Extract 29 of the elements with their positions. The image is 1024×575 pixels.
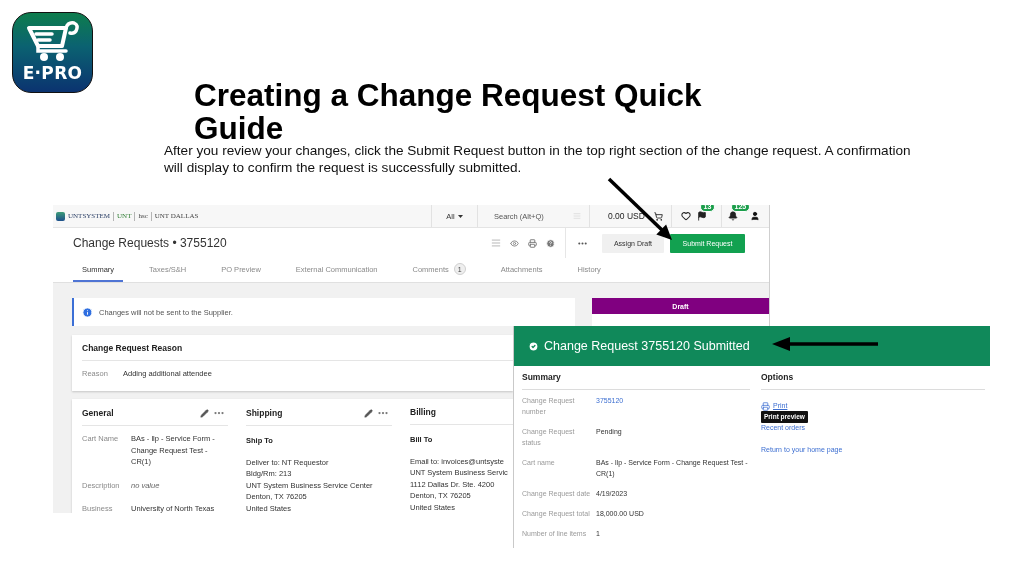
info-icon [82,306,93,318]
check-icon [528,340,539,352]
card-title: Change Request Reason [82,343,183,354]
pencil-icon[interactable] [200,408,209,418]
page-title: Change Requests • 3755120 [73,236,227,250]
section-heading: Summary [522,372,561,383]
cart-icon [25,21,80,63]
slide-title: Creating a Change Request Quick Guide [194,79,703,145]
help-icon[interactable] [546,238,555,248]
caret-icon [457,214,463,218]
eye-icon[interactable] [510,238,519,248]
section-heading: Options [761,372,794,383]
logo-text: E·PRO [22,64,83,83]
pointer-arrow [607,177,672,240]
brand-logo-icon [56,211,65,221]
cart-total: 0.00 USD [608,211,645,221]
confirmation-title: Change Request 3755120 Submitted [544,339,750,353]
flag-icon[interactable] [697,211,707,221]
bell-icon[interactable] [728,211,738,221]
slide-description: After you review your changes, click the Submit Request button in the top right section of the change request. A confirmation will display to confirm the request is successfully submitted. [164,142,912,176]
user-icon[interactable] [750,211,760,221]
section-title: Billing [410,407,436,418]
section-title: Shipping [246,407,283,419]
heart-icon[interactable] [681,211,691,221]
section-title: General [82,407,114,419]
print-icon[interactable] [528,238,537,248]
print-icon [761,401,770,411]
cart-icon[interactable] [653,211,663,221]
pencil-icon[interactable] [364,408,373,418]
